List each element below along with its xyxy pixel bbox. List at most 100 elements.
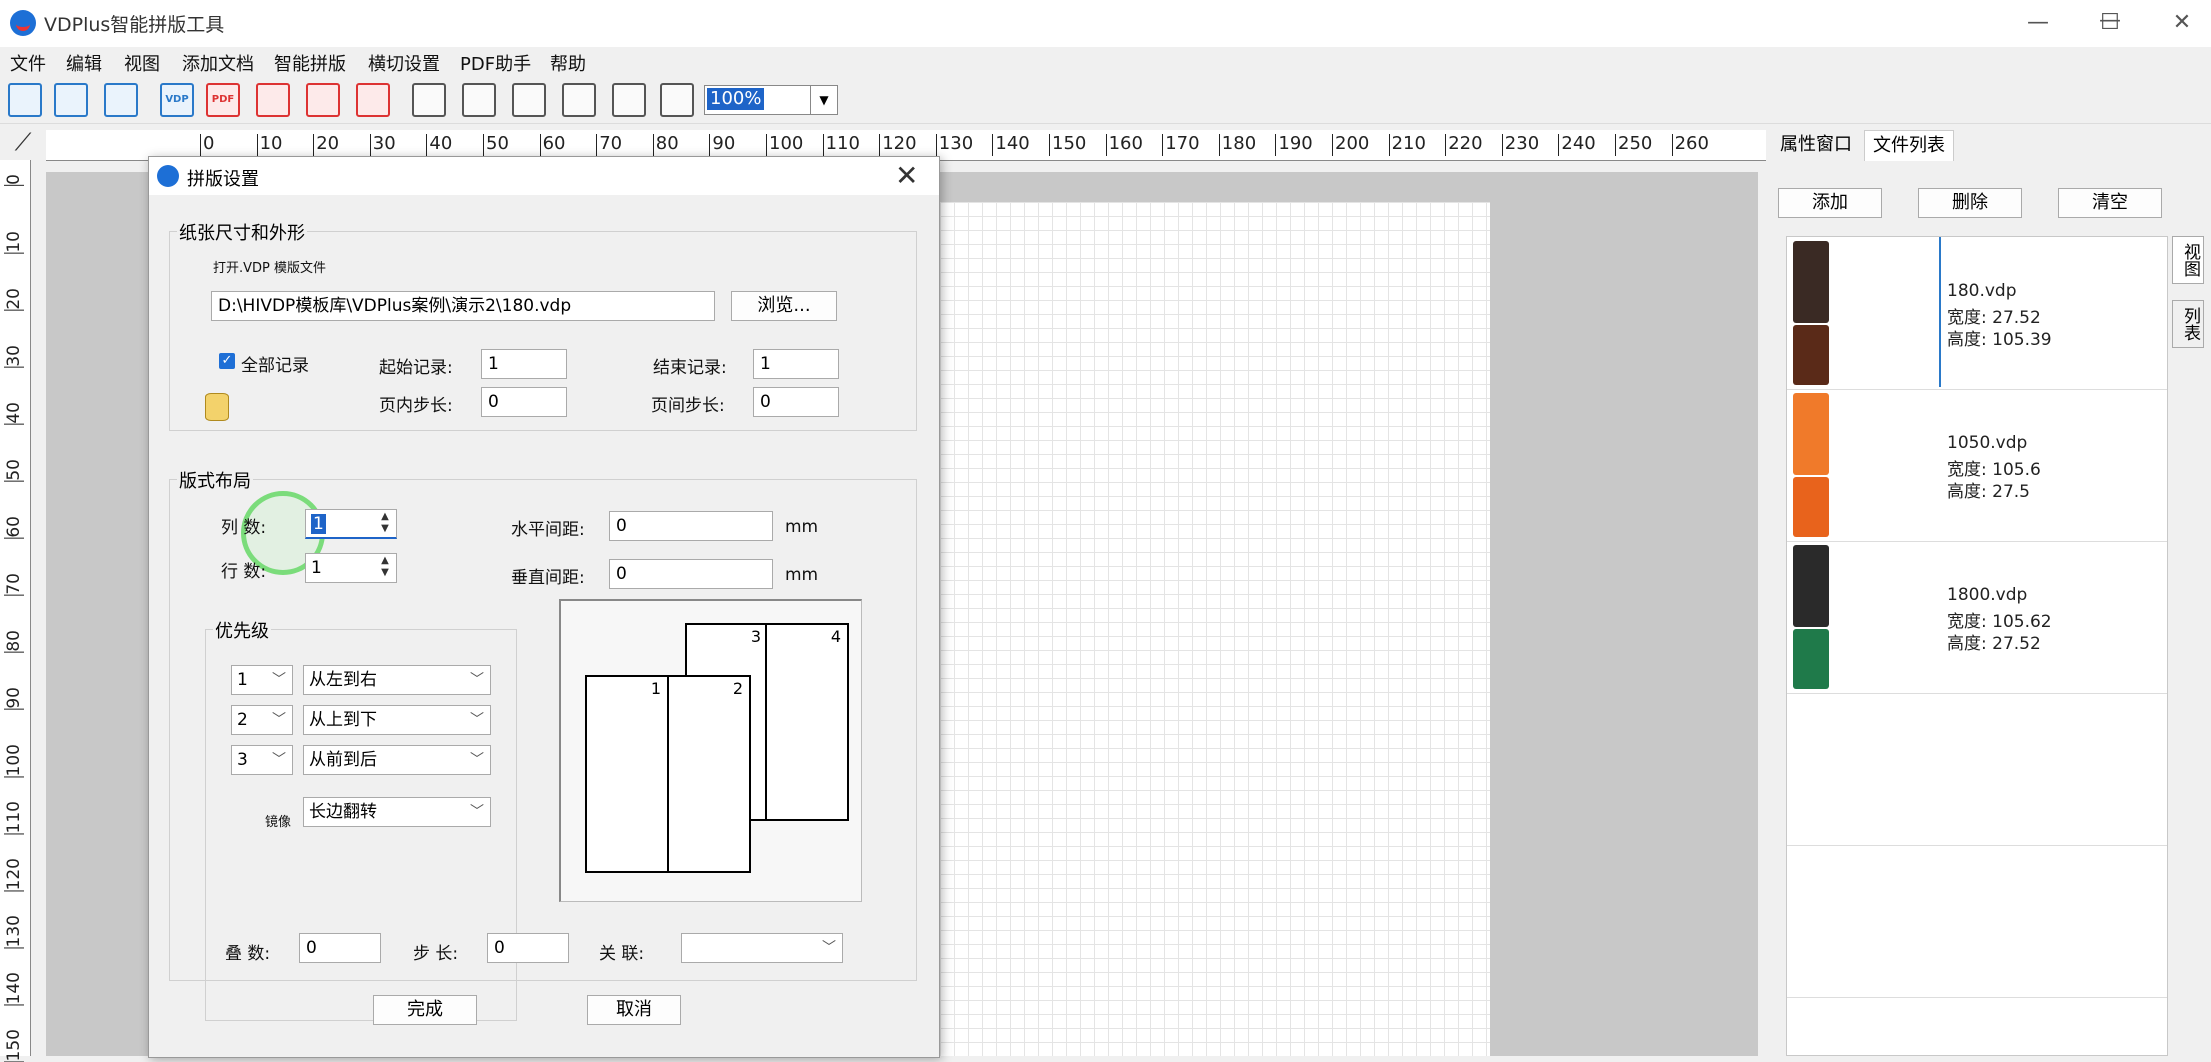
open-vdp-icon[interactable]: VDP — [160, 83, 194, 117]
file-row[interactable]: 1050.vdp 宽度: 105.6 高度: 27.5 — [1787, 389, 2167, 542]
browse-button[interactable]: 浏览... — [731, 291, 837, 321]
file-name: 1800.vdp — [1947, 585, 2028, 605]
v-gap-input[interactable]: 0 — [609, 559, 773, 589]
select-arrow-icon[interactable] — [412, 83, 446, 117]
hand-icon[interactable] — [462, 83, 496, 117]
imposition-page-canvas[interactable] — [870, 202, 1490, 1056]
rotate-icon[interactable] — [562, 83, 596, 117]
h-gap-unit: mm — [785, 517, 819, 537]
all-records-checkbox[interactable]: ✓ — [219, 353, 235, 369]
menu-smart-imposition[interactable]: 智能拼版 — [274, 50, 346, 76]
preview-page-1: 1 — [585, 675, 669, 873]
side-tab-view[interactable]: 视图 — [2172, 236, 2204, 284]
priority-title: 优先级 — [213, 617, 271, 643]
vdp-path-input[interactable]: D:\HIVDP模板库\VDPlus案例\演示2\180.vdp — [211, 291, 715, 321]
priority-num: 1 — [237, 670, 248, 690]
dialog-close-button[interactable]: ✕ — [895, 159, 918, 192]
v-gap-label: 垂直间距: — [511, 568, 585, 588]
tab-properties[interactable]: 属性窗口 — [1772, 130, 1860, 160]
zoom-in-icon[interactable] — [612, 83, 646, 117]
new-doc-icon[interactable] — [8, 83, 42, 117]
priority-3-num-select[interactable]: 3 ﹀ — [231, 745, 293, 775]
chevron-down-icon: ﹀ — [272, 752, 286, 768]
file-row[interactable]: 1800.vdp 宽度: 105.62 高度: 27.52 — [1787, 541, 2167, 694]
file-row[interactable]: 180.vdp 宽度: 27.52 高度: 105.39 — [1787, 237, 2167, 390]
zoom-value[interactable]: 100% — [707, 88, 765, 110]
file-row-empty — [1787, 845, 2167, 998]
ruler-tick: 70 — [4, 573, 24, 596]
ruler-tick: 240 — [1558, 134, 1596, 156]
ruler-tick: 170 — [1162, 134, 1200, 156]
chevron-down-icon: ﹀ — [470, 804, 484, 820]
stack-input[interactable]: 0 — [299, 933, 381, 963]
add-file-button[interactable]: 添加 — [1778, 188, 1882, 218]
menu-edit[interactable]: 编辑 — [66, 50, 102, 76]
chevron-down-icon[interactable]: ▼ — [810, 86, 837, 114]
delete-file-button[interactable]: 删除 — [1918, 188, 2022, 218]
page-number: 4 — [830, 627, 841, 646]
pdf-export-icon[interactable] — [306, 83, 340, 117]
close-window-button[interactable]: ✕ — [2152, 6, 2211, 40]
file-thumbnail — [1793, 545, 1829, 627]
vdp-label: VDP — [165, 94, 189, 105]
priority-3-dir-select[interactable]: 从前到后 ﹀ — [303, 745, 491, 775]
step-input[interactable]: 0 — [487, 933, 569, 963]
link-select[interactable]: ﹀ — [681, 933, 843, 963]
h-gap-input[interactable]: 0 — [609, 511, 773, 541]
page-number: 1 — [650, 679, 661, 698]
side-tab-list[interactable]: 列表 — [2172, 300, 2204, 348]
chevron-down-icon: ﹀ — [272, 672, 286, 688]
rows-spinner[interactable]: 1 ▲ ▼ — [305, 553, 397, 583]
start-record-input[interactable]: 1 — [481, 349, 567, 379]
priority-2-num-select[interactable]: 2 ﹀ — [231, 705, 293, 735]
menu-pdf-helper[interactable]: PDF助手 — [460, 50, 531, 76]
ok-button[interactable]: 完成 — [373, 995, 477, 1025]
preview-page-2: 2 — [667, 675, 751, 873]
inpage-step-input[interactable]: 0 — [481, 387, 567, 417]
menu-file[interactable]: 文件 — [10, 50, 46, 76]
minimize-button-2[interactable]: — — [2008, 6, 2068, 40]
cancel-button[interactable]: 取消 — [587, 995, 681, 1025]
zoom-select[interactable]: 100% ▼ — [704, 85, 838, 115]
ruler-tick: 210 — [1388, 134, 1426, 156]
rows-value: 1 — [311, 558, 322, 578]
page-step-input[interactable]: 0 — [753, 387, 839, 417]
end-record-input[interactable]: 1 — [753, 349, 839, 379]
text-tool-icon[interactable] — [512, 83, 546, 117]
spin-arrows-icon[interactable]: ▲ ▼ — [376, 511, 394, 537]
clear-files-button[interactable]: 清空 — [2058, 188, 2162, 218]
spin-arrows-icon[interactable]: ▲ ▼ — [376, 555, 394, 581]
priority-2-dir-select[interactable]: 从上到下 ﹀ — [303, 705, 491, 735]
pdf-search-icon[interactable] — [256, 83, 290, 117]
priority-1-dir-select[interactable]: 从左到右 ﹀ — [303, 665, 491, 695]
layout-group-title: 版式布局 — [177, 467, 253, 493]
priority-1-num-select[interactable]: 1 ﹀ — [231, 665, 293, 695]
ruler-corner-icon: ⟋ — [0, 124, 46, 160]
ruler-tick: 200 — [1332, 134, 1369, 156]
file-height: 高度: 105.39 — [1947, 330, 2052, 350]
ruler-tick: 110 — [4, 801, 24, 835]
menu-add-document[interactable]: 添加文档 — [182, 50, 254, 76]
open-pdf-icon[interactable]: PDF — [206, 83, 240, 117]
ruler-tick: 120 — [4, 858, 24, 892]
zoom-out-icon[interactable] — [660, 83, 694, 117]
menu-cut-settings[interactable]: 横切设置 — [368, 50, 440, 76]
ruler-tick: 30 — [369, 134, 396, 156]
ruler-tick: 100 — [4, 744, 24, 778]
mirror-select[interactable]: 长边翻转 ﹀ — [303, 797, 491, 827]
ruler-tick: 50 — [4, 459, 24, 482]
edit-doc-icon[interactable] — [54, 83, 88, 117]
database-icon[interactable] — [205, 393, 229, 421]
columns-spinner[interactable]: 1 ▲ ▼ — [305, 509, 397, 539]
pdf-split-icon[interactable] — [356, 83, 390, 117]
tab-file-list[interactable]: 文件列表 — [1864, 130, 1954, 161]
pdf-label: PDF — [211, 94, 235, 105]
layout-preview: 3 4 1 2 — [559, 599, 862, 902]
save-icon[interactable] — [104, 83, 138, 117]
maximize-button[interactable]: ☐ — [2080, 6, 2140, 40]
chevron-down-icon: ﹀ — [470, 672, 484, 688]
menu-view[interactable]: 视图 — [124, 50, 160, 76]
ruler-tick: 110 — [822, 134, 860, 156]
menu-help[interactable]: 帮助 — [550, 50, 586, 76]
ruler-tick: 10 — [256, 134, 283, 156]
